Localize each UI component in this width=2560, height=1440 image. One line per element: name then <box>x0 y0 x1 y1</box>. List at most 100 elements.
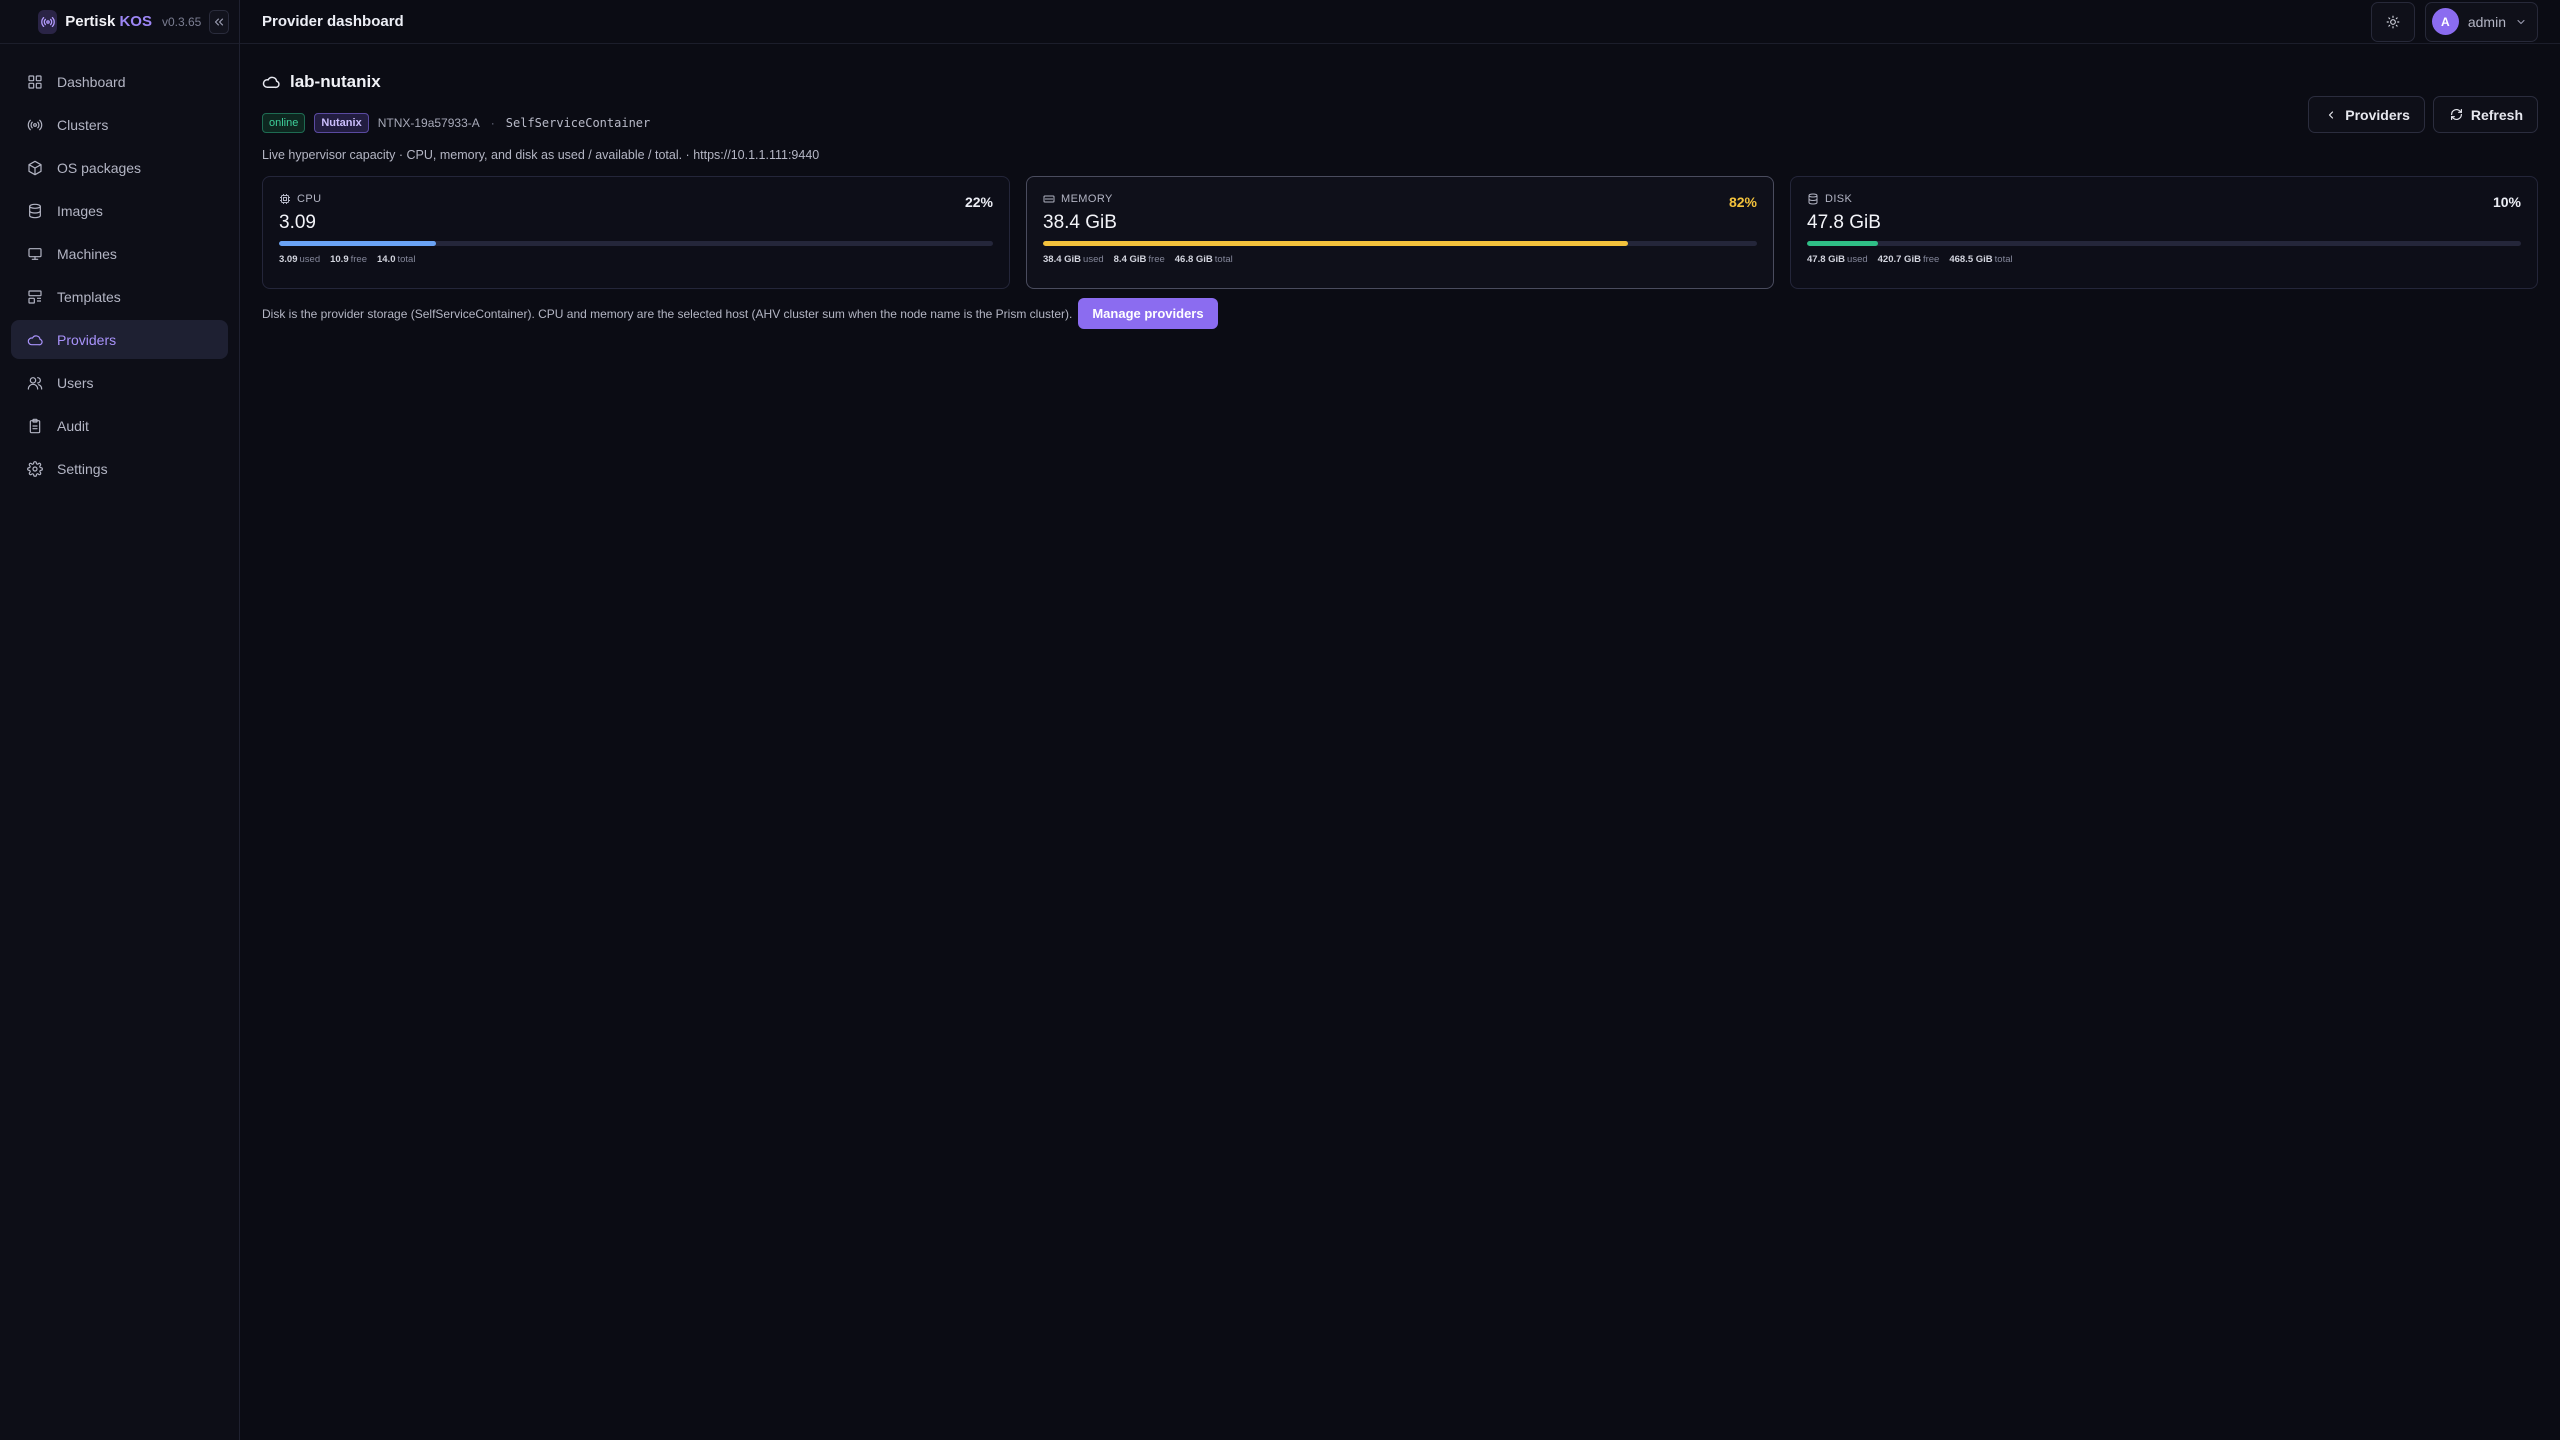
usage-bar-fill <box>1807 241 1879 246</box>
chevrons-left-icon <box>215 18 224 25</box>
free-value: 10.9 <box>330 254 349 265</box>
sidebar-item-machines[interactable]: Machines <box>11 234 228 273</box>
total-stat: 46.8 GiB total <box>1175 254 1233 265</box>
used-value: 38.4 GiB <box>1043 254 1082 265</box>
disk-card: DISK 10% 47.8 GiB 47.8 GiB used 420.7 GiB… <box>1790 176 2538 289</box>
brand-accent: KOS <box>119 13 152 30</box>
provider-header: lab-nutanix <box>262 66 2538 98</box>
storage-note: Disk is the provider storage (SelfServic… <box>262 306 1073 321</box>
card-label: DISK <box>1807 193 2521 205</box>
total-stat: 14.0 total <box>377 254 415 265</box>
dashboard-icon <box>28 74 42 89</box>
memory-icon <box>1043 195 1055 203</box>
disk-icon <box>1808 193 1818 205</box>
database-icon <box>29 203 41 218</box>
back-to-providers-button[interactable]: Providers <box>2308 96 2425 133</box>
sidebar-item-templates[interactable]: Templates <box>11 277 228 316</box>
free-stat: 8.4 GiB free <box>1114 254 1165 265</box>
sidebar-item-label: Templates <box>57 288 121 305</box>
sidebar-item-label: Clusters <box>57 116 109 133</box>
usage-stats: 3.09 used 10.9 free 14.0 total <box>279 254 993 265</box>
cloud-icon <box>27 334 43 345</box>
usage-bar <box>279 241 993 246</box>
sidebar-item-providers[interactable]: Providers <box>11 320 228 359</box>
total-stat: 468.5 GiB total <box>1949 254 2012 265</box>
usage-bar <box>1043 241 1757 246</box>
sidebar-item-label: Dashboard <box>57 73 126 90</box>
sidebar-item-label: Providers <box>57 331 117 348</box>
sidebar-item-label: Settings <box>57 460 108 477</box>
sun-icon <box>2386 15 2400 28</box>
free-label: free <box>350 254 367 265</box>
free-value: 420.7 GiB <box>1877 254 1921 265</box>
usage-percent: 10% <box>2492 194 2521 210</box>
logo-icon <box>38 9 58 34</box>
brand: Pertisk KOS v0.3.65 <box>0 0 239 44</box>
clipboard-icon <box>29 418 41 433</box>
free-label: free <box>1922 254 1940 265</box>
manage-providers-button[interactable]: Manage providers <box>1078 298 1218 329</box>
sidebar-item-users[interactable]: Users <box>11 363 228 402</box>
card-label-text: CPU <box>297 193 322 205</box>
refresh-icon <box>2450 109 2462 120</box>
refresh-button-label: Refresh <box>2470 106 2523 123</box>
package-icon <box>28 160 42 175</box>
sidebar-item-os-packages[interactable]: OS packages <box>11 148 228 187</box>
sidebar-item-label: Users <box>57 374 94 391</box>
brand-name-text: Pertisk <box>65 13 116 30</box>
used-label: used <box>1847 254 1868 265</box>
total-label: total <box>1994 254 2013 265</box>
cpu-icon <box>280 194 290 204</box>
sidebar-item-label: Images <box>57 202 103 219</box>
cloud-icon <box>262 76 280 89</box>
provider-description: Live hypervisor capacity · CPU, memory, … <box>262 148 820 162</box>
collapse-sidebar-button[interactable] <box>209 9 229 34</box>
monitor-icon <box>28 247 42 260</box>
chevron-left-icon <box>2329 110 2334 119</box>
card-label-text: MEMORY <box>1061 193 1113 205</box>
provider-dashboard: lab-nutanix Providers Refresh online Nut… <box>240 44 2560 329</box>
sidebar-nav: Dashboard Clusters OS packages Images Ma… <box>0 44 239 506</box>
usage-bar-fill <box>1043 241 1629 246</box>
topbar-actions: A admin <box>2370 1 2538 42</box>
provider-actions: Providers Refresh <box>2308 96 2538 133</box>
template-icon <box>28 289 42 304</box>
sidebar-item-label: OS packages <box>57 159 142 176</box>
total-value: 14.0 <box>376 254 396 265</box>
main-content: Provider dashboard A admin lab-nutanix P… <box>240 0 2560 1440</box>
provider-meta: online Nutanix NTNX-19a57933-A · SelfSer… <box>262 112 2538 134</box>
users-icon <box>27 376 43 390</box>
gear-icon <box>27 460 43 477</box>
sidebar-item-settings[interactable]: Settings <box>11 449 228 488</box>
usage-bar-fill <box>279 241 437 246</box>
sidebar-item-audit[interactable]: Audit <box>11 406 228 445</box>
user-menu-button[interactable]: A admin <box>2424 1 2538 42</box>
used-label: used <box>1083 254 1104 265</box>
free-label: free <box>1148 254 1165 265</box>
status-badge: online <box>262 113 306 133</box>
usage-percent: 82% <box>1728 194 1757 210</box>
free-value: 8.4 GiB <box>1113 254 1147 265</box>
provider-type-badge: Nutanix <box>314 113 369 133</box>
app-version: v0.3.65 <box>161 14 202 29</box>
total-label: total <box>1214 254 1233 265</box>
total-value: 46.8 GiB <box>1174 254 1213 265</box>
free-stat: 10.9 free <box>330 254 367 265</box>
footer-row: Disk is the provider storage (SelfServic… <box>262 298 2538 329</box>
theme-toggle-button[interactable] <box>2370 1 2415 42</box>
memory-card: MEMORY 82% 38.4 GiB 38.4 GiB used 8.4 GiB… <box>1026 176 1774 289</box>
cpu-card: CPU 22% 3.09 3.09 used 10.9 free 14.0 total <box>262 176 1010 289</box>
usage-stats: 47.8 GiB used 420.7 GiB free 468.5 GiB tota… <box>1807 254 2521 265</box>
card-label: CPU <box>279 193 993 205</box>
sidebar: Pertisk KOS v0.3.65 Dashboard Clusters O… <box>0 0 240 1440</box>
refresh-button[interactable]: Refresh <box>2432 96 2538 133</box>
sidebar-item-images[interactable]: Images <box>11 191 228 230</box>
user-name: admin <box>2467 13 2506 30</box>
used-stat: 3.09 used <box>279 254 320 265</box>
avatar: A <box>2431 8 2459 35</box>
usage-percent: 22% <box>964 194 993 210</box>
sidebar-item-dashboard[interactable]: Dashboard <box>11 62 228 101</box>
sidebar-item-clusters[interactable]: Clusters <box>11 105 228 144</box>
used-label: used <box>299 254 321 265</box>
usage-value: 3.09 <box>279 212 316 233</box>
